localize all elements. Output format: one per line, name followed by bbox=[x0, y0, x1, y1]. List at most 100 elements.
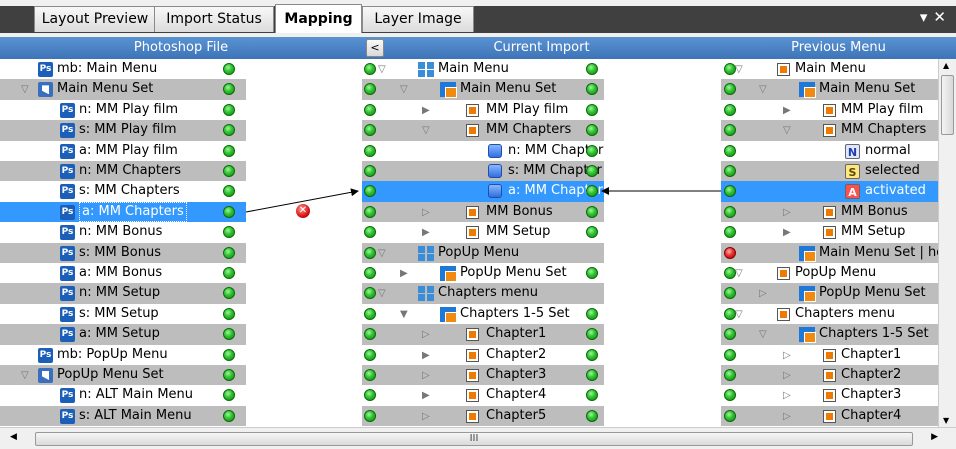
scroll-up-icon[interactable]: ▲ bbox=[943, 61, 949, 70]
expand-icon[interactable]: ▷ bbox=[422, 366, 430, 386]
expand-icon[interactable]: ▶ bbox=[783, 223, 791, 243]
current-import-row[interactable]: ▷ MM Bonus bbox=[362, 201, 604, 223]
ps-file-row[interactable]: Ps a: MM Play film bbox=[0, 141, 246, 161]
previous-menu-row[interactable]: ▽ Main Menu bbox=[721, 59, 938, 79]
ps-file-row[interactable]: Ps s: MM Chapters bbox=[0, 181, 246, 201]
tab-layout-preview[interactable]: Layout Preview bbox=[34, 6, 156, 32]
horizontal-scroll-thumb[interactable]: III bbox=[35, 432, 913, 446]
scroll-down-icon[interactable]: ▼ bbox=[943, 416, 949, 425]
previous-menu-row[interactable]: ▶ MM Play film bbox=[721, 100, 938, 120]
previous-menu-row[interactable]: ▷ PopUp Menu Set bbox=[721, 283, 938, 304]
ps-file-row[interactable]: ▽ PopUp Menu Set bbox=[0, 365, 246, 386]
expand-icon[interactable]: ▽ bbox=[21, 366, 29, 386]
previous-menu-row[interactable]: ▽ Chapters 1-5 Set bbox=[721, 324, 938, 345]
ps-file-row[interactable]: Ps a: MM Bonus bbox=[0, 263, 246, 283]
previous-menu-row[interactable]: ▽ Chapters menu bbox=[721, 304, 938, 324]
current-import-row[interactable]: ▶ Chapter2 bbox=[362, 345, 604, 365]
expand-icon[interactable]: ▶ bbox=[422, 101, 430, 121]
previous-menu-row[interactable]: Aactivated bbox=[721, 181, 938, 202]
expand-icon[interactable]: ▶ bbox=[422, 223, 430, 243]
expand-icon[interactable]: ▽ bbox=[378, 60, 386, 80]
expand-icon[interactable]: ▽ bbox=[21, 80, 29, 100]
expand-icon[interactable]: ▷ bbox=[783, 203, 791, 223]
current-import-row[interactable]: ▶ PopUp Menu Set bbox=[362, 263, 604, 283]
previous-menu-row[interactable]: ▷ Chapter4 bbox=[721, 405, 938, 427]
pin-dropdown-icon[interactable]: ▾ bbox=[920, 8, 934, 26]
current-import-row[interactable]: n: MM Chapter bbox=[362, 141, 604, 161]
current-import-row[interactable]: ▷ Chapter5 bbox=[362, 405, 604, 427]
current-import-row[interactable]: ▼ Chapters 1-5 Set bbox=[362, 304, 604, 324]
current-import-row[interactable]: a: MM Chapter bbox=[362, 181, 604, 202]
current-import-row[interactable]: s: MM Chapter bbox=[362, 161, 604, 182]
expand-icon[interactable]: ▽ bbox=[735, 305, 743, 325]
previous-menu-row[interactable]: ▽ PopUp Menu bbox=[721, 263, 938, 283]
tab-mapping[interactable]: Mapping bbox=[275, 4, 362, 33]
expand-icon[interactable]: ▽ bbox=[735, 60, 743, 80]
current-import-row[interactable]: ▽ Chapters menu bbox=[362, 283, 604, 304]
expand-icon[interactable]: ▽ bbox=[735, 264, 743, 284]
ps-file-row[interactable]: Ps a: MM Setup bbox=[0, 324, 246, 345]
column-header-current[interactable]: Current Import bbox=[362, 37, 721, 59]
previous-menu-row[interactable]: ▽ MM Chapters bbox=[721, 120, 938, 141]
expand-icon[interactable]: ▽ bbox=[400, 80, 408, 100]
ps-file-row[interactable]: Ps s: MM Play film bbox=[0, 120, 246, 141]
ps-file-row[interactable]: Ps s: MM Bonus bbox=[0, 242, 246, 263]
expand-icon[interactable]: ▷ bbox=[783, 407, 791, 427]
ps-file-row[interactable]: Ps n: MM Chapters bbox=[0, 161, 246, 182]
current-import-row[interactable]: ▷ Chapter1 bbox=[362, 324, 604, 345]
previous-menu-row[interactable]: Main Menu Set | ho bbox=[721, 242, 938, 263]
current-import-row[interactable]: ▷ Chapter3 bbox=[362, 365, 604, 386]
remove-link-icon[interactable]: ✕ bbox=[296, 204, 310, 218]
previous-menu-row[interactable]: ▷ Chapter1 bbox=[721, 345, 938, 365]
previous-menu-row[interactable]: ▷ Chapter3 bbox=[721, 385, 938, 405]
scroll-right-icon[interactable]: ▶ bbox=[931, 432, 938, 442]
ps-file-row[interactable]: Ps n: MM Setup bbox=[0, 283, 246, 304]
expand-icon[interactable]: ▷ bbox=[422, 203, 430, 223]
expand-icon[interactable]: ▽ bbox=[759, 80, 767, 100]
current-import-row[interactable]: ▶ MM Play film bbox=[362, 100, 604, 120]
tab-import-status[interactable]: Import Status bbox=[154, 6, 274, 32]
expand-icon[interactable]: ▶ bbox=[422, 386, 430, 406]
current-import-row[interactable]: ▶ MM Setup bbox=[362, 222, 604, 242]
ps-file-row[interactable]: Ps a: MM Chapters bbox=[0, 201, 246, 223]
current-import-row[interactable]: ▽ PopUp Menu bbox=[362, 242, 604, 264]
expand-icon[interactable]: ▽ bbox=[759, 325, 767, 345]
expand-icon[interactable]: ▶ bbox=[783, 101, 791, 121]
vertical-scrollbar[interactable]: ▲ ▼ bbox=[938, 59, 956, 427]
current-import-row[interactable]: ▽ Main Menu bbox=[362, 59, 604, 79]
current-import-row[interactable]: ▽ MM Chapters bbox=[362, 120, 604, 141]
expand-icon[interactable]: ▷ bbox=[783, 386, 791, 406]
previous-menu-row[interactable]: ▽ Main Menu Set bbox=[721, 79, 938, 100]
expand-icon[interactable]: ▶ bbox=[422, 346, 430, 366]
ps-file-row[interactable]: Ps mb: Main Menu bbox=[0, 59, 246, 79]
scroll-left-icon[interactable]: ◀ bbox=[10, 432, 17, 442]
close-icon[interactable]: ✕ bbox=[933, 8, 952, 26]
expand-icon[interactable]: ▼ bbox=[400, 305, 408, 325]
expand-icon[interactable]: ▷ bbox=[422, 407, 430, 427]
previous-menu-row[interactable]: ▷ MM Bonus bbox=[721, 201, 938, 223]
expand-icon[interactable]: ▷ bbox=[783, 346, 791, 366]
column-header-photoshop[interactable]: Photoshop File bbox=[0, 37, 362, 59]
expand-icon[interactable]: ▽ bbox=[378, 244, 386, 264]
ps-file-row[interactable]: Ps s: MM Setup bbox=[0, 304, 246, 324]
tab-layer-image[interactable]: Layer Image bbox=[362, 6, 474, 32]
horizontal-scrollbar[interactable]: ◀ III ▶ bbox=[0, 427, 956, 449]
previous-menu-row[interactable]: Sselected bbox=[721, 161, 938, 182]
expand-icon[interactable]: ▽ bbox=[422, 121, 430, 141]
vertical-scroll-thumb[interactable] bbox=[941, 75, 954, 135]
ps-file-row[interactable]: Ps n: MM Bonus bbox=[0, 222, 246, 242]
expand-icon[interactable]: ▽ bbox=[783, 121, 791, 141]
ps-file-row[interactable]: Ps mb: PopUp Menu bbox=[0, 345, 246, 365]
expand-icon[interactable]: ▷ bbox=[422, 325, 430, 345]
ps-file-row[interactable]: Ps s: ALT Main Menu bbox=[0, 405, 246, 427]
current-import-row[interactable]: ▶ Chapter4 bbox=[362, 385, 604, 405]
ps-file-row[interactable]: ▽ Main Menu Set bbox=[0, 79, 246, 100]
expand-icon[interactable]: ▽ bbox=[378, 284, 386, 304]
collapse-button[interactable]: < bbox=[366, 39, 384, 57]
expand-icon[interactable]: ▷ bbox=[783, 366, 791, 386]
previous-menu-row[interactable]: Nnormal bbox=[721, 141, 938, 161]
expand-icon[interactable]: ▶ bbox=[400, 264, 408, 284]
previous-menu-row[interactable]: ▶ MM Setup bbox=[721, 222, 938, 242]
current-import-row[interactable]: ▽ Main Menu Set bbox=[362, 79, 604, 100]
column-header-previous[interactable]: Previous Menu bbox=[721, 37, 956, 59]
